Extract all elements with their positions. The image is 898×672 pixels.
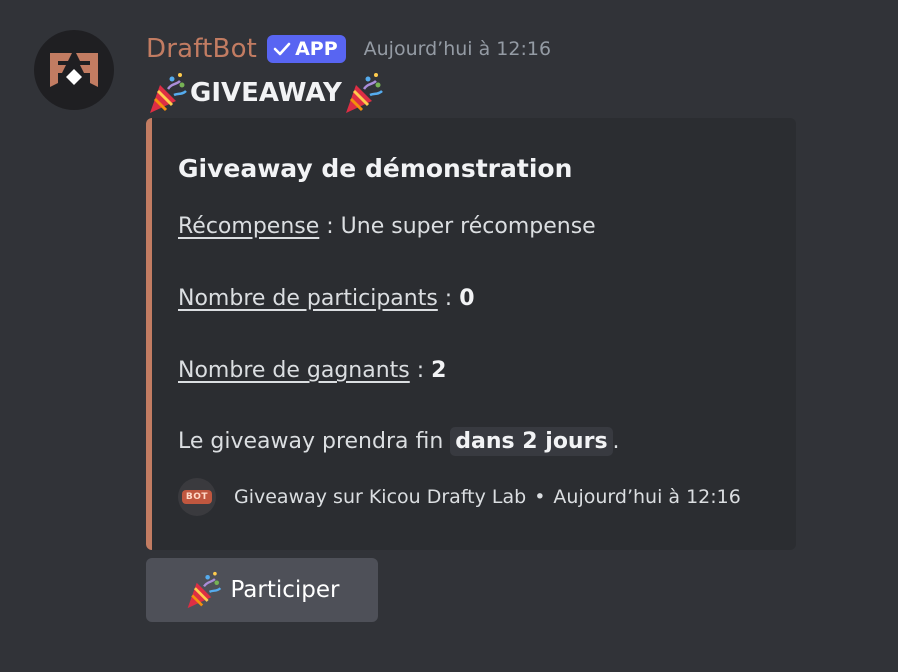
message-timestamp: Aujourd’hui à 12:16 [363, 38, 552, 60]
party-popper-icon [345, 73, 383, 113]
verified-check-icon [273, 42, 291, 56]
end-time-field: Le giveaway prendra fin dans 2 jours. [178, 427, 620, 456]
reward-label: Récompense [178, 214, 320, 239]
reward-value: : Une super récompense [319, 214, 596, 239]
footer-separator: • [534, 486, 546, 508]
giveaway-embed: Giveaway de démonstration Récompense : U… [146, 118, 796, 550]
party-popper-icon [150, 73, 187, 113]
footer-bot-icon: BOT [178, 478, 216, 516]
app-badge-label: APP [295, 38, 338, 60]
app-badge: APP [267, 35, 346, 63]
participate-button[interactable]: Participer [146, 558, 378, 622]
reward-field: Récompense : Une super récompense [178, 214, 596, 239]
participants-separator: : [437, 286, 460, 311]
winners-separator: : [409, 358, 432, 383]
winners-label: Nombre de gagnants [178, 358, 410, 383]
participate-button-label: Participer [230, 577, 340, 603]
winners-field: Nombre de gagnants : 2 [178, 358, 446, 383]
giveaway-heading: GIVEAWAY [190, 78, 342, 108]
embed-footer: BOT Giveaway sur Kicou Drafty Lab • Aujo… [178, 478, 741, 516]
participants-count: 0 [459, 286, 475, 311]
author-name[interactable]: DraftBot [146, 34, 257, 64]
bot-avatar[interactable] [34, 30, 114, 110]
footer-text: Giveaway sur Kicou Drafty Lab [234, 486, 527, 508]
end-suffix: . [612, 429, 620, 454]
draftbot-logo-icon [50, 53, 98, 87]
participants-field: Nombre de participants : 0 [178, 286, 475, 311]
message-header: DraftBot APP Aujourd’hui à 12:16 [146, 30, 551, 68]
end-relative-time: dans 2 jours [450, 427, 613, 456]
party-popper-icon [188, 571, 222, 609]
message-content: GIVEAWAY [146, 70, 386, 116]
end-prefix: Le giveaway prendra fin [178, 429, 451, 454]
embed-title: Giveaway de démonstration [178, 154, 573, 183]
footer-time: Aujourd’hui à 12:16 [553, 486, 741, 508]
winners-count: 2 [431, 358, 447, 383]
participants-label: Nombre de participants [178, 286, 438, 311]
bot-chip-text: BOT [181, 490, 213, 504]
